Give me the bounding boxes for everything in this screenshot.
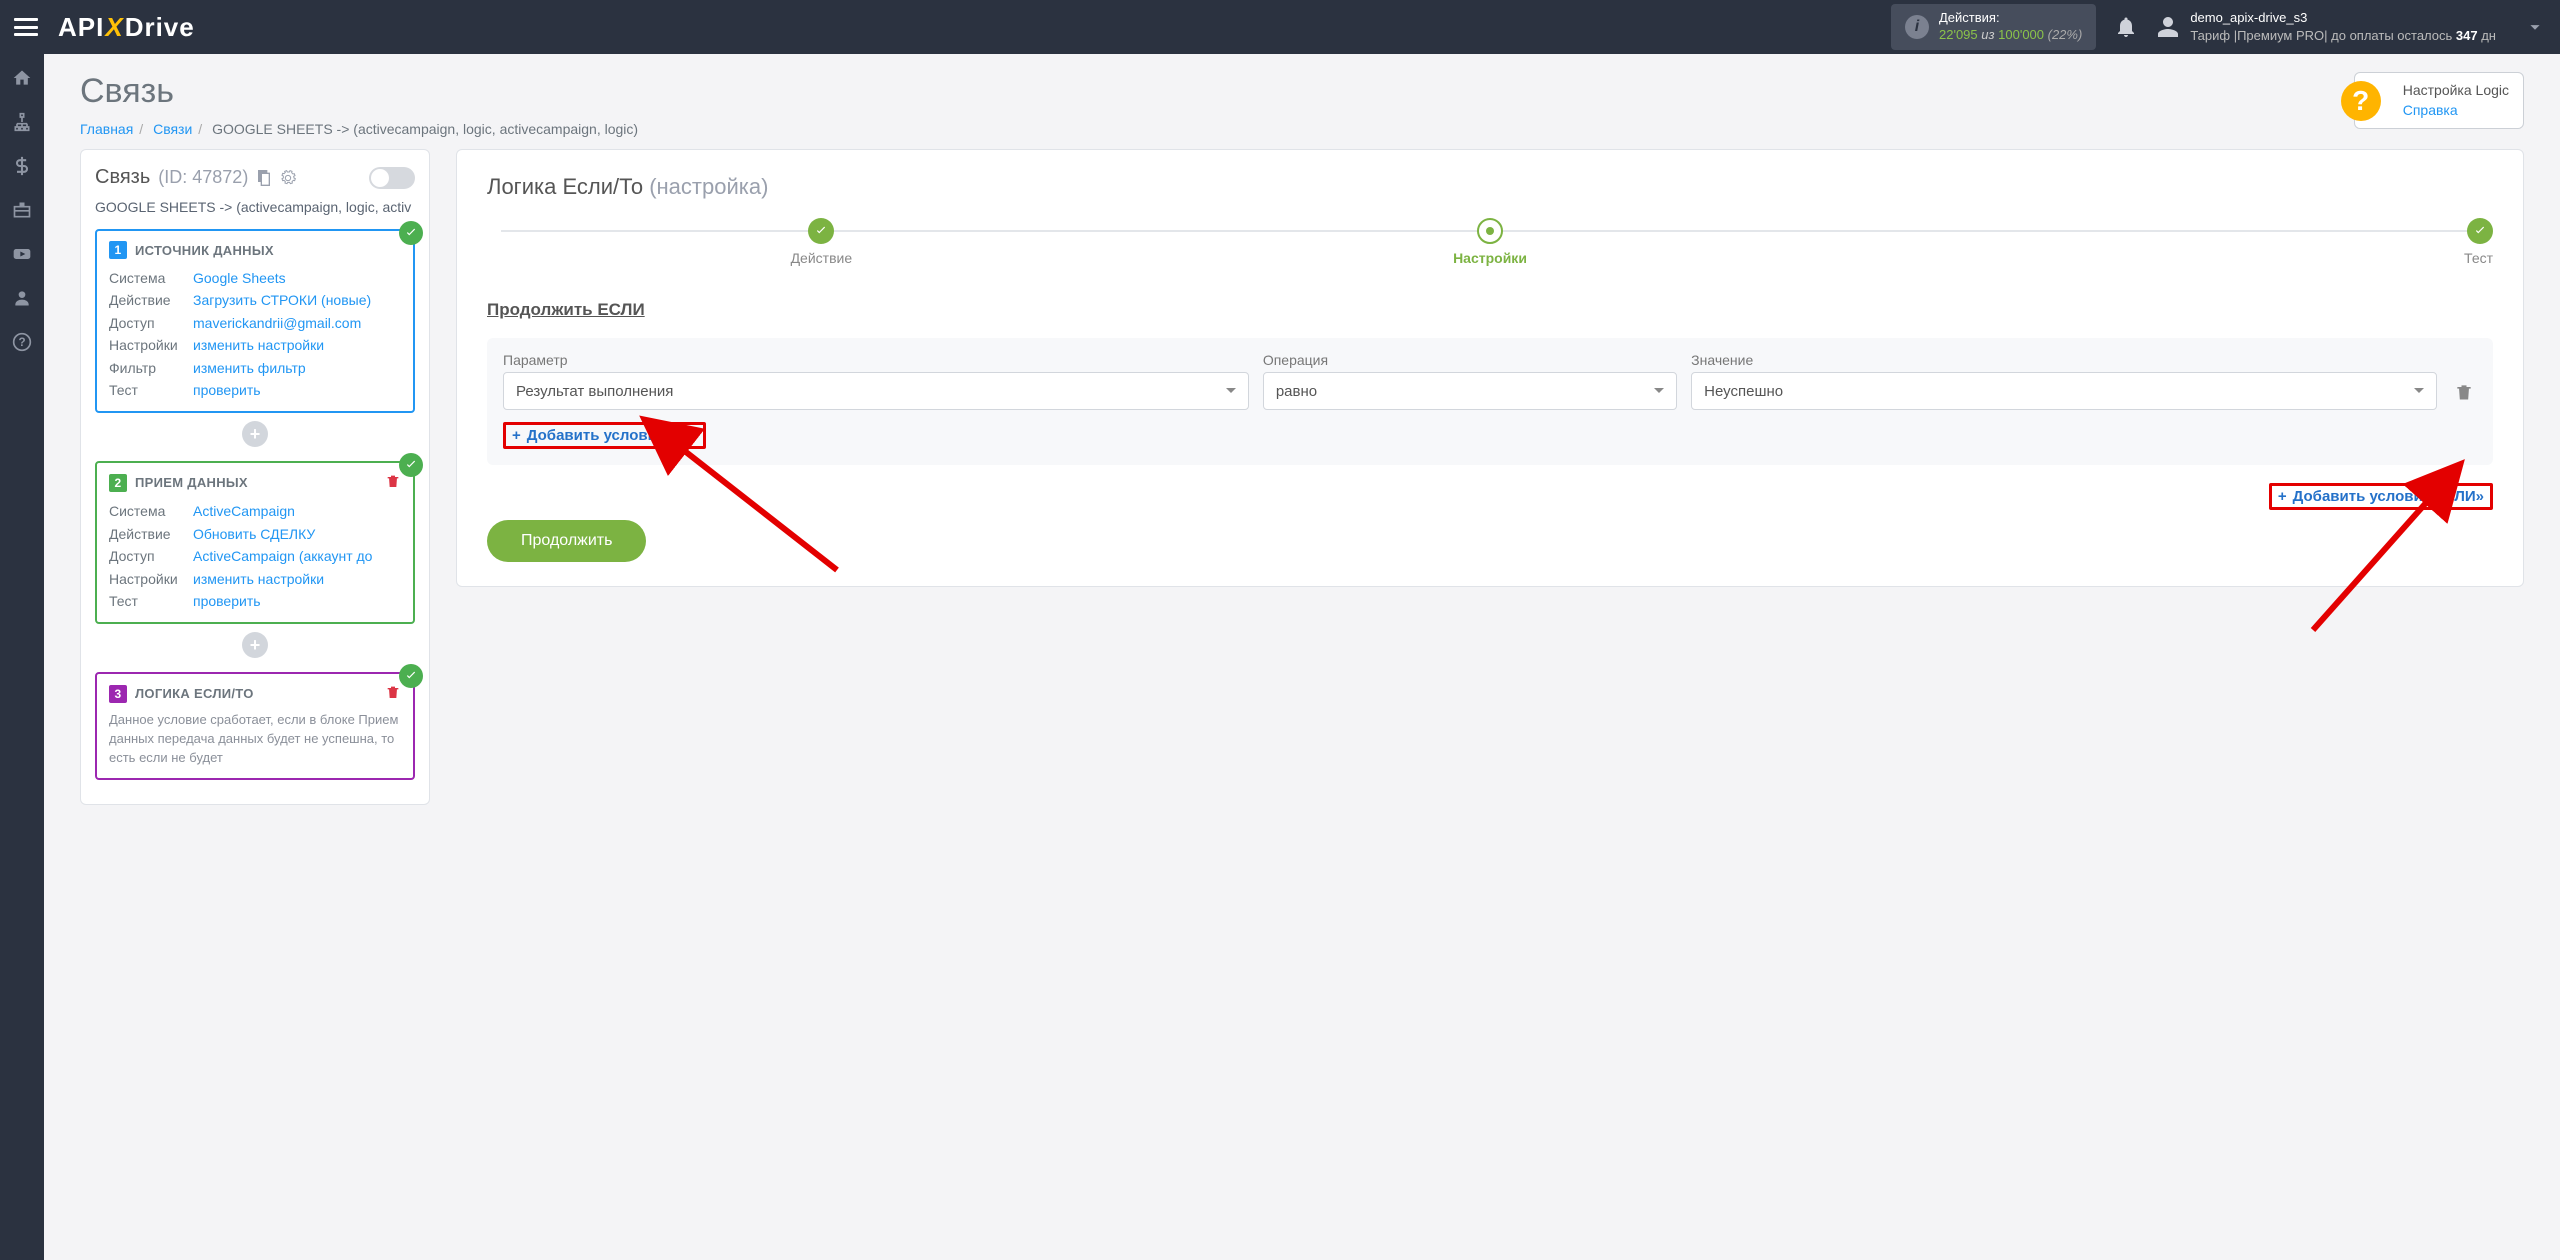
- label-val: Значение: [1691, 352, 2437, 368]
- help-question-icon: ?: [2341, 81, 2381, 121]
- dollar-icon[interactable]: [12, 156, 32, 176]
- dest-block[interactable]: 2ПРИЕМ ДАННЫХ СистемаActiveCampaign Дейс…: [95, 461, 415, 624]
- chevron-down-icon[interactable]: [2524, 16, 2546, 38]
- sitemap-icon[interactable]: [12, 112, 32, 132]
- top-header: APIXDrive i Действия: 22'095 из 100'000 …: [0, 0, 2560, 54]
- conn-id: (ID: 47872): [158, 167, 248, 188]
- check-icon: [399, 221, 423, 245]
- video-icon[interactable]: [12, 244, 32, 264]
- step-test[interactable]: Тест: [1824, 218, 2493, 266]
- conn-subtitle: GOOGLE SHEETS -> (activecampaign, logic,…: [95, 199, 415, 215]
- trash-icon[interactable]: [2454, 382, 2474, 402]
- check-icon: [399, 453, 423, 477]
- condition-group: Параметр Результат выполнения Операция р…: [487, 338, 2493, 465]
- check-icon: [399, 664, 423, 688]
- logo[interactable]: APIXDrive: [58, 12, 195, 43]
- gear-icon[interactable]: [280, 170, 296, 186]
- logic-desc: Данное условие сработает, если в блоке П…: [109, 711, 401, 768]
- panel-title: Логика Если/То (настройка): [487, 174, 2493, 200]
- add-between-1[interactable]: +: [242, 421, 268, 447]
- main-panel: Логика Если/То (настройка) Действие Наст…: [456, 149, 2524, 587]
- select-param[interactable]: Результат выполнения: [503, 372, 1249, 410]
- stepper: Действие Настройки Тест: [487, 218, 2493, 266]
- source-block[interactable]: 1ИСТОЧНИК ДАННЫХ СистемаGoogle Sheets Де…: [95, 229, 415, 413]
- select-op[interactable]: равно: [1263, 372, 1677, 410]
- label-op: Операция: [1263, 352, 1677, 368]
- bell-icon[interactable]: [2114, 15, 2138, 39]
- actions-label: Действия:: [1939, 10, 2082, 27]
- bc-links[interactable]: Связи: [153, 121, 192, 137]
- help-title: Настройка Logic: [2403, 81, 2509, 101]
- svg-text:?: ?: [18, 336, 25, 349]
- enable-toggle[interactable]: [369, 167, 415, 189]
- user-menu[interactable]: demo_apix-drive_s3 Тариф |Премиум PRO| д…: [2156, 9, 2496, 44]
- trash-icon[interactable]: [385, 684, 401, 703]
- help-icon[interactable]: ?: [12, 332, 32, 352]
- copy-icon[interactable]: [256, 170, 272, 186]
- breadcrumb: Главная/ Связи/ GOOGLE SHEETS -> (active…: [80, 121, 2524, 137]
- home-icon[interactable]: [12, 68, 32, 88]
- bc-home[interactable]: Главная: [80, 121, 133, 137]
- help-link[interactable]: Справка: [2403, 101, 2509, 121]
- label-param: Параметр: [503, 352, 1249, 368]
- actions-counter[interactable]: i Действия: 22'095 из 100'000 (22%): [1891, 4, 2096, 50]
- select-val[interactable]: Неуспешно: [1691, 372, 2437, 410]
- user-icon: [2156, 15, 2180, 39]
- add-or-button[interactable]: +Добавить условие «ИЛИ»: [2269, 483, 2493, 510]
- conn-title: Связь: [95, 166, 150, 189]
- add-and-button[interactable]: +Добавить условие «И»: [503, 422, 706, 449]
- menu-icon[interactable]: [14, 18, 38, 36]
- step-settings[interactable]: Настройки: [1156, 218, 1825, 266]
- page-title: Связь: [80, 72, 2524, 111]
- briefcase-icon[interactable]: [12, 200, 32, 220]
- logic-block[interactable]: 3ЛОГИКА ЕСЛИ/ТО Данное условие сработает…: [95, 672, 415, 780]
- side-rail: ?: [0, 54, 44, 1260]
- info-icon: i: [1905, 15, 1929, 39]
- add-between-2[interactable]: +: [242, 632, 268, 658]
- trash-icon[interactable]: [385, 473, 401, 492]
- connection-sidebar: Связь (ID: 47872) GOOGLE SHEETS -> (acti…: [80, 149, 430, 805]
- continue-button[interactable]: Продолжить: [487, 520, 646, 562]
- profile-icon[interactable]: [12, 288, 32, 308]
- continue-if-title: Продолжить ЕСЛИ: [487, 300, 2493, 320]
- bc-current: GOOGLE SHEETS -> (activecampaign, logic,…: [212, 121, 638, 137]
- user-name: demo_apix-drive_s3: [2190, 9, 2496, 27]
- step-action[interactable]: Действие: [487, 218, 1156, 266]
- help-card[interactable]: ? Настройка Logic Справка: [2354, 72, 2524, 129]
